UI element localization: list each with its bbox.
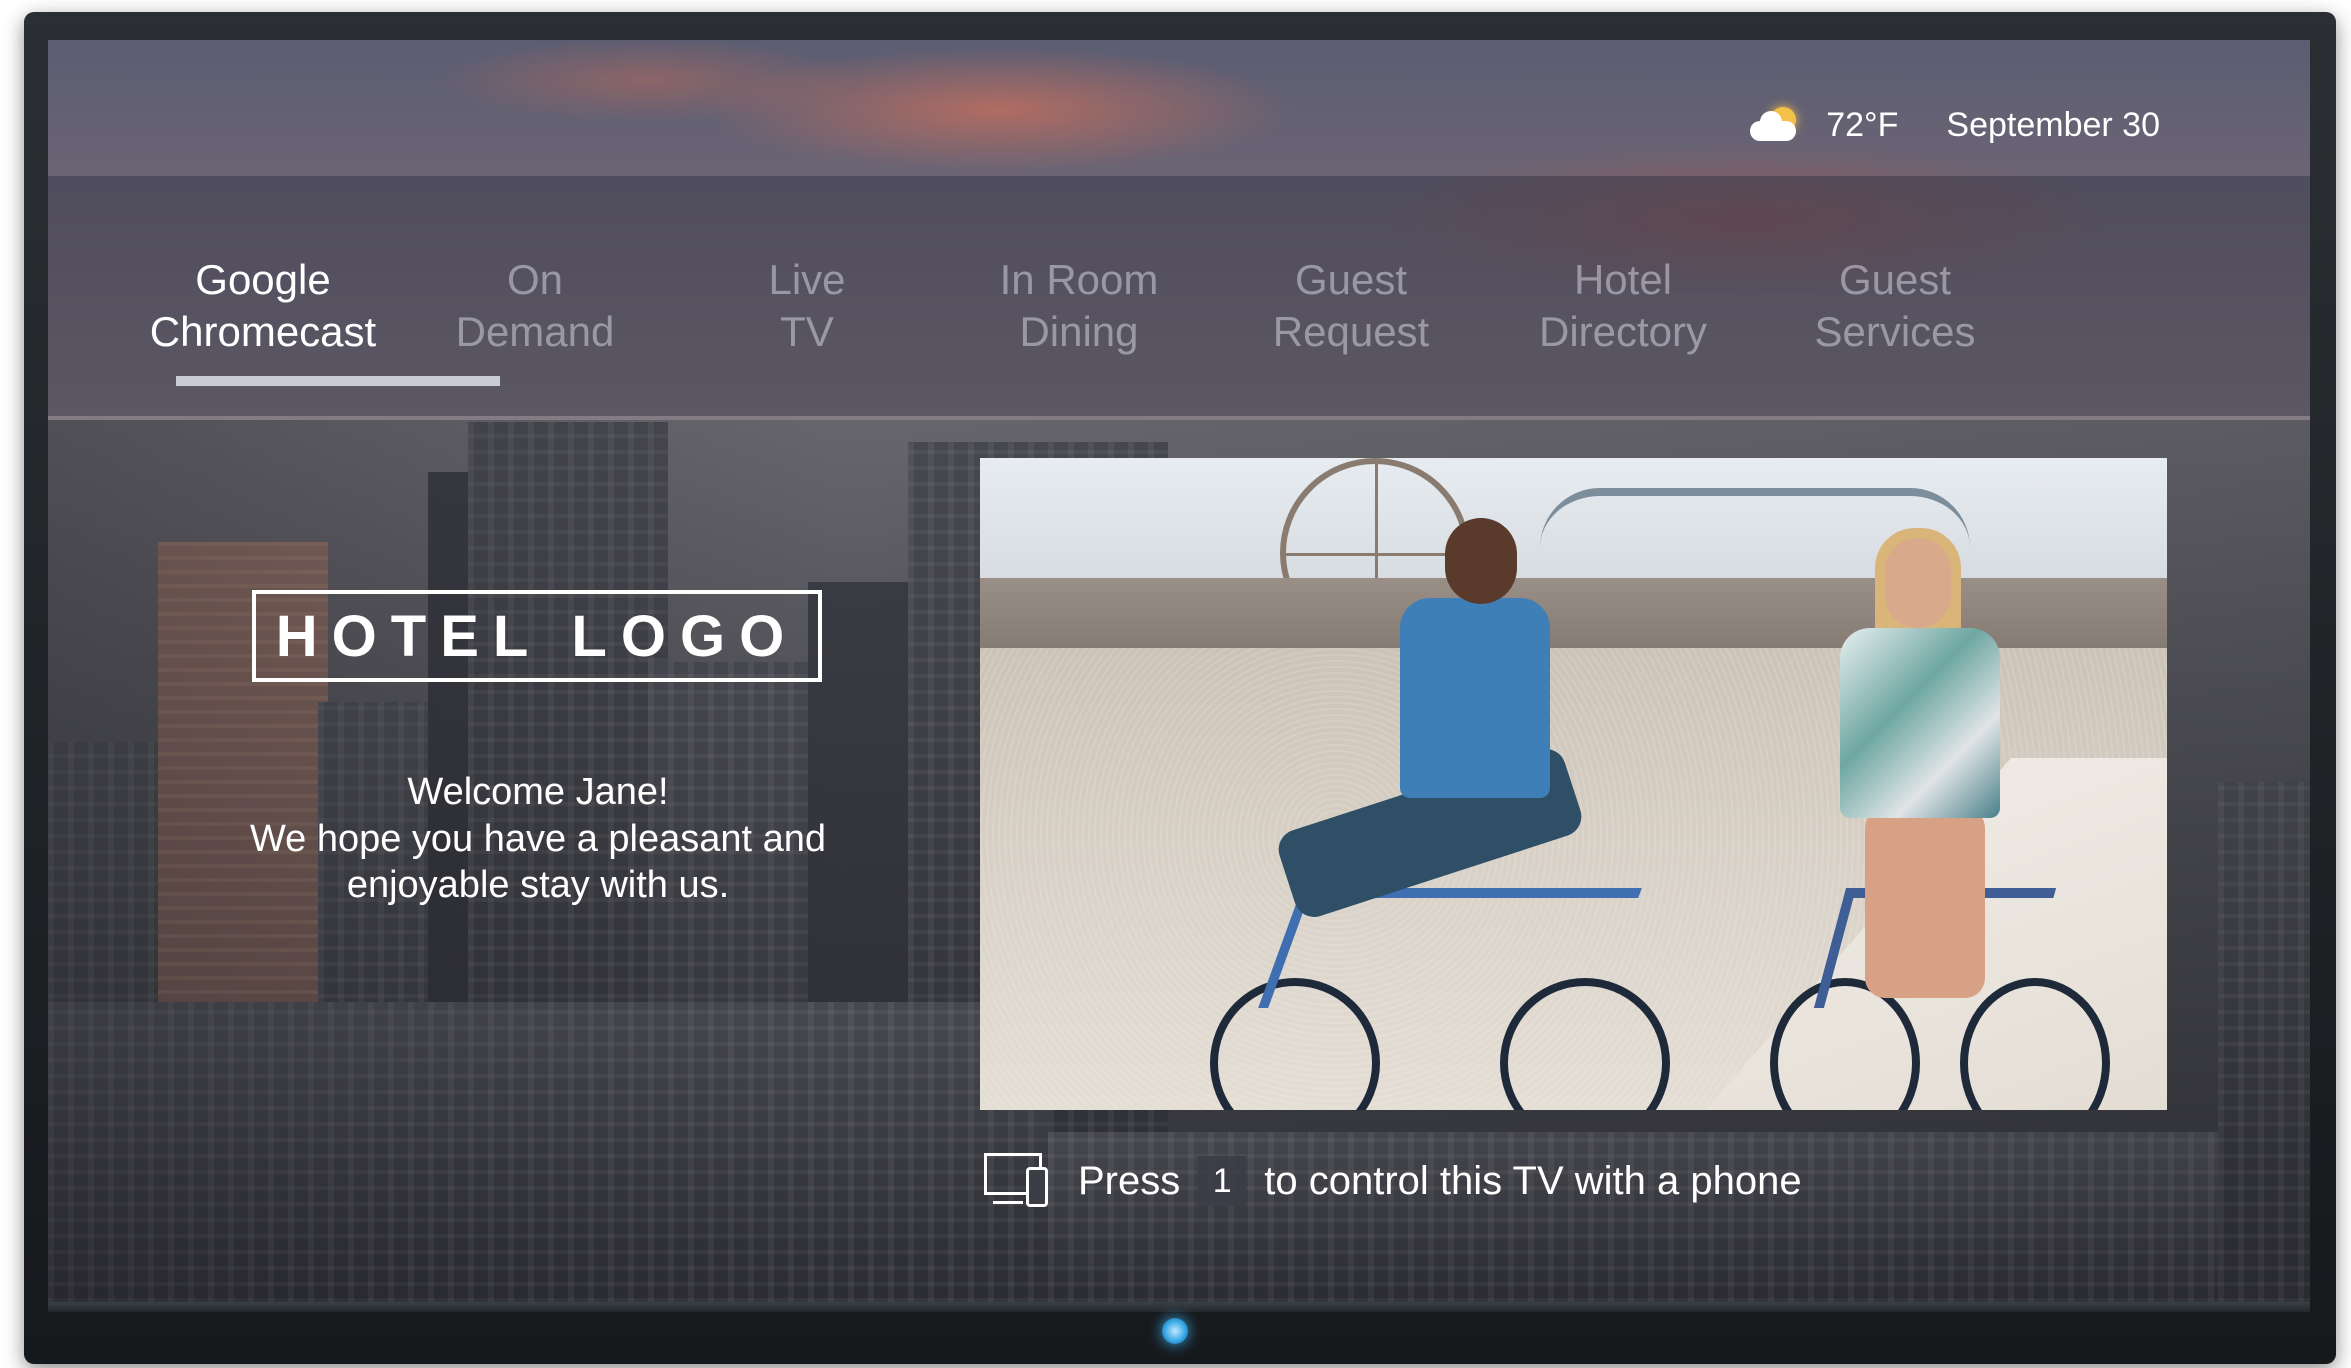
welcome-message: Welcome Jane! We hope you have a pleasan…: [198, 768, 878, 908]
power-icon[interactable]: [1162, 1318, 1188, 1344]
current-date: September 30: [1946, 105, 2160, 144]
man-torso: [1400, 598, 1550, 798]
featured-image: [980, 458, 2167, 1110]
welcome-greeting: Welcome Jane!: [407, 771, 669, 813]
tv-bottom-bezel: [48, 1302, 2310, 1312]
phone-cast-icon: [984, 1153, 1056, 1209]
phone-control-hint: Press 1 to control this TV with a phone: [984, 1146, 1802, 1216]
tab-live-tv[interactable]: Live TV: [682, 254, 932, 358]
hint-key: 1: [1198, 1156, 1247, 1206]
tab-on-demand[interactable]: On Demand: [410, 254, 660, 358]
tab-google-chromecast[interactable]: Google Chromecast: [138, 254, 388, 358]
woman-legs: [1865, 808, 1985, 998]
hint-prefix: Press: [1078, 1158, 1181, 1203]
temperature: 72°F: [1826, 105, 1899, 144]
tab-guest-services[interactable]: Guest Services: [1770, 254, 2020, 358]
status-bar: 72°F September 30: [1748, 100, 2160, 150]
tab-in-room-dining[interactable]: In Room Dining: [954, 254, 1204, 358]
woman-torso: [1840, 628, 2000, 818]
hint-suffix: to control this TV with a phone: [1264, 1158, 1802, 1203]
tab-guest-request[interactable]: Guest Request: [1226, 254, 1476, 358]
tv-screen: 72°F September 30 Google Chromecast On D…: [48, 40, 2310, 1302]
partly-cloudy-icon: [1748, 105, 1808, 145]
welcome-text: We hope you have a pleasant and enjoyabl…: [249, 818, 827, 906]
active-tab-indicator: [176, 376, 500, 386]
hotel-logo: HOTEL LOGO: [252, 590, 822, 682]
woman-head: [1885, 538, 1951, 628]
man-head: [1445, 518, 1517, 604]
tab-hotel-directory[interactable]: Hotel Directory: [1498, 254, 1748, 358]
